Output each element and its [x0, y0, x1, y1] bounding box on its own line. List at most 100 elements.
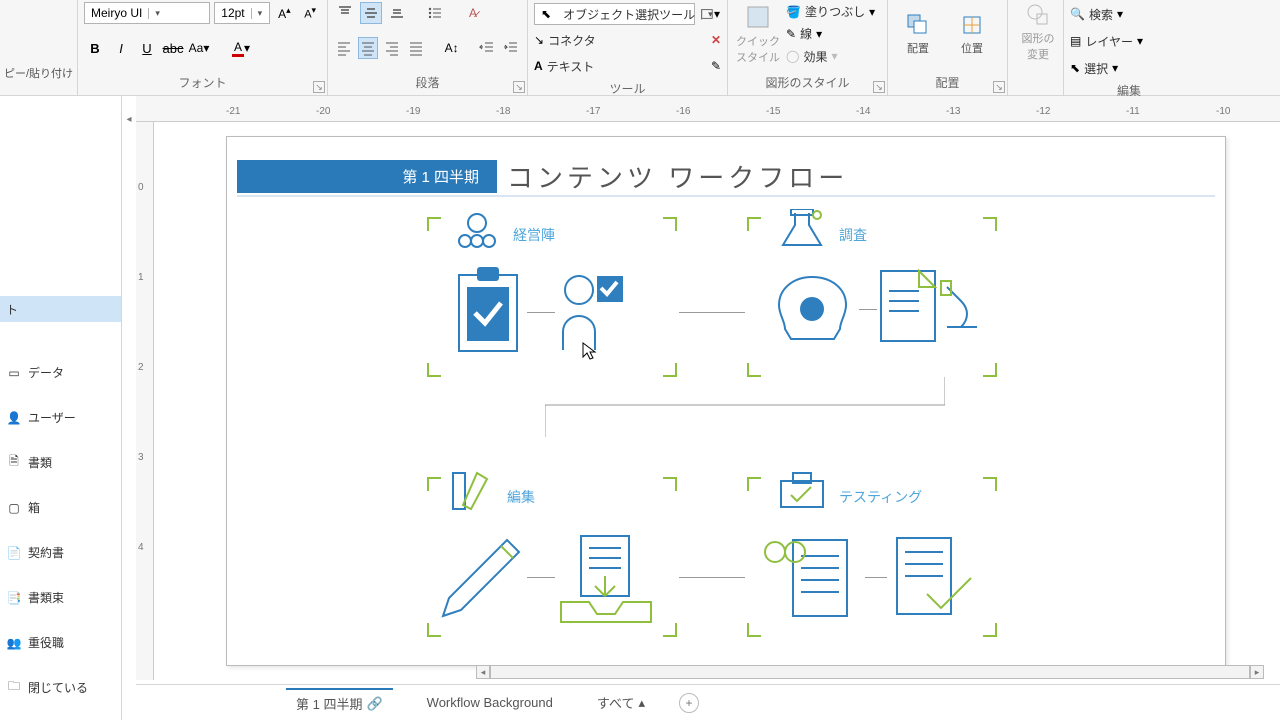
rect-tool-button[interactable]: ▾: [699, 3, 721, 25]
effect-button[interactable]: ◯効果▾: [786, 47, 875, 66]
list-item[interactable]: 🗀閉じている: [0, 675, 121, 700]
font-size-combo[interactable]: 12pt ▾: [214, 2, 269, 24]
dialog-launcher-icon[interactable]: ↘: [873, 81, 885, 93]
microscope-doc-icon[interactable]: [877, 267, 987, 357]
pencil-icon[interactable]: [437, 532, 527, 632]
person-check-icon[interactable]: [557, 272, 627, 352]
align-right-button[interactable]: [382, 37, 402, 59]
drawing-page[interactable]: 第 1 四半期 コンテンツ ワークフロー 経営陣: [226, 136, 1226, 666]
doc-check-icon[interactable]: [887, 532, 987, 632]
arrange-button[interactable]: 配置: [894, 2, 942, 66]
line-button[interactable]: ✎線▾: [786, 24, 875, 43]
list-item[interactable]: 👤ユーザー: [0, 405, 121, 430]
page-title[interactable]: コンテンツ ワークフロー: [507, 158, 848, 195]
layer-button[interactable]: ▤レイヤー▾: [1070, 29, 1188, 53]
corner-icon: [663, 623, 677, 637]
search-icon: 🔍: [1070, 7, 1085, 21]
quarter-badge[interactable]: 第 1 四半期: [237, 160, 497, 193]
dialog-launcher-icon[interactable]: ↘: [993, 81, 1005, 93]
people-icon[interactable]: [447, 211, 507, 251]
connector-line[interactable]: [859, 309, 877, 310]
tab-label: すべて: [597, 693, 635, 712]
connector-line[interactable]: [545, 377, 945, 437]
select-button[interactable]: ⬉選択▾: [1070, 56, 1188, 80]
search-button[interactable]: 🔍検索▾: [1070, 2, 1188, 26]
pointer-tool-combo[interactable]: ⬉ オブジェクト選択ツール ▾: [534, 3, 695, 25]
ruler-pencil-icon[interactable]: [447, 467, 497, 517]
corner-icon: [747, 363, 761, 377]
fill-button[interactable]: 🪣塗りつぶし▾: [786, 2, 875, 21]
horizontal-scrollbar[interactable]: ◂ ▸: [476, 664, 1264, 680]
scroll-track[interactable]: [490, 665, 1250, 679]
section-mgmt[interactable]: 経営陣: [427, 217, 677, 377]
align-bottom-button[interactable]: [386, 2, 408, 24]
tab-all[interactable]: すべて▴: [587, 689, 655, 716]
add-tab-button[interactable]: +: [679, 693, 699, 713]
corner-icon: [747, 477, 761, 491]
briefcase-check-icon[interactable]: [777, 471, 827, 511]
bullets-button[interactable]: [424, 2, 446, 24]
pointer-icon: ⬉: [1070, 61, 1080, 75]
flask-icon[interactable]: [777, 209, 827, 253]
clipboard-check-icon[interactable]: [453, 267, 523, 357]
shrink-font-button[interactable]: A▾: [299, 2, 321, 24]
list-item[interactable]: 📄契約書: [0, 540, 121, 565]
panel-selected-item[interactable]: ト: [0, 296, 121, 322]
underline-button[interactable]: U: [136, 37, 158, 59]
list-item[interactable]: 👥重役職: [0, 630, 121, 655]
section-label: 編集: [507, 487, 535, 507]
scroll-left-icon[interactable]: ◂: [476, 665, 490, 679]
align-top-button[interactable]: [334, 2, 356, 24]
connector-line[interactable]: [865, 577, 887, 578]
position-button[interactable]: 位置: [948, 2, 996, 66]
list-item[interactable]: ▢箱: [0, 495, 121, 520]
section-research[interactable]: 調査: [747, 217, 997, 377]
quick-style-button[interactable]: クイック スタイル: [734, 2, 782, 66]
layer-icon: ▤: [1070, 34, 1081, 48]
text-direction-button[interactable]: A↕: [442, 37, 462, 59]
edit-group: 🔍検索▾ ▤レイヤー▾ ⬉選択▾ 編集: [1064, 0, 1194, 95]
section-testing[interactable]: テスティング: [747, 477, 997, 637]
text-tool-label[interactable]: テキスト: [547, 58, 595, 75]
change-case-button[interactable]: Aa▾: [188, 37, 210, 59]
dialog-launcher-icon[interactable]: ↘: [313, 81, 325, 93]
bold-button[interactable]: B: [84, 37, 106, 59]
connector-line[interactable]: [679, 312, 745, 313]
list-item[interactable]: 🗎書類: [0, 450, 121, 475]
inbox-doc-icon[interactable]: [557, 532, 657, 632]
list-item[interactable]: ▭データ: [0, 360, 121, 385]
change-shape-button[interactable]: 図形の 変更: [1014, 2, 1062, 62]
brain-idea-icon[interactable]: [767, 267, 857, 357]
connector-line[interactable]: [679, 577, 745, 578]
dialog-launcher-icon[interactable]: ↘: [513, 81, 525, 93]
vertical-ruler: 0 1 2 3 4: [136, 122, 154, 680]
shapes-list: ▭データ 👤ユーザー 🗎書類 ▢箱 📄契約書 📑書類束 👥重役職 🗀閉じている: [0, 310, 121, 700]
clear-format-button[interactable]: A̷: [462, 2, 484, 24]
review-doc-icon[interactable]: [757, 532, 867, 632]
ink-icon[interactable]: ✎: [711, 59, 721, 73]
scroll-right-icon[interactable]: ▸: [1250, 665, 1264, 679]
align-center-button[interactable]: [358, 37, 378, 59]
canvas[interactable]: -21 -20 -19 -18 -17 -16 -15 -14 -13 -12 …: [136, 96, 1280, 720]
tab-bg[interactable]: Workflow Background: [417, 691, 563, 714]
justify-button[interactable]: [406, 37, 426, 59]
font-name-combo[interactable]: Meiryo UI ▾: [84, 2, 210, 24]
tab-label: Workflow Background: [427, 695, 553, 710]
ribbon: ピー/貼り付け Meiryo UI ▾ 12pt ▾ A▴ A▾ B I U a…: [0, 0, 1280, 96]
section-edit[interactable]: 編集: [427, 477, 677, 637]
font-color-button[interactable]: A▾: [230, 37, 252, 59]
decrease-indent-button[interactable]: [477, 37, 497, 59]
grow-font-button[interactable]: A▴: [274, 2, 296, 24]
list-item[interactable]: 📑書類束: [0, 585, 121, 610]
collapse-handle[interactable]: ◂: [122, 96, 136, 720]
connector-line[interactable]: [527, 312, 555, 313]
connector-tool-label[interactable]: コネクタ: [548, 32, 596, 49]
strikethrough-button[interactable]: abc: [162, 37, 184, 59]
align-middle-button[interactable]: [360, 2, 382, 24]
increase-indent-button[interactable]: [501, 37, 521, 59]
close-icon[interactable]: ✕: [711, 33, 721, 47]
tab-active[interactable]: 第 1 四半期 🔗: [286, 688, 393, 717]
italic-button[interactable]: I: [110, 37, 132, 59]
align-left-button[interactable]: [334, 37, 354, 59]
connector-line[interactable]: [527, 577, 555, 578]
